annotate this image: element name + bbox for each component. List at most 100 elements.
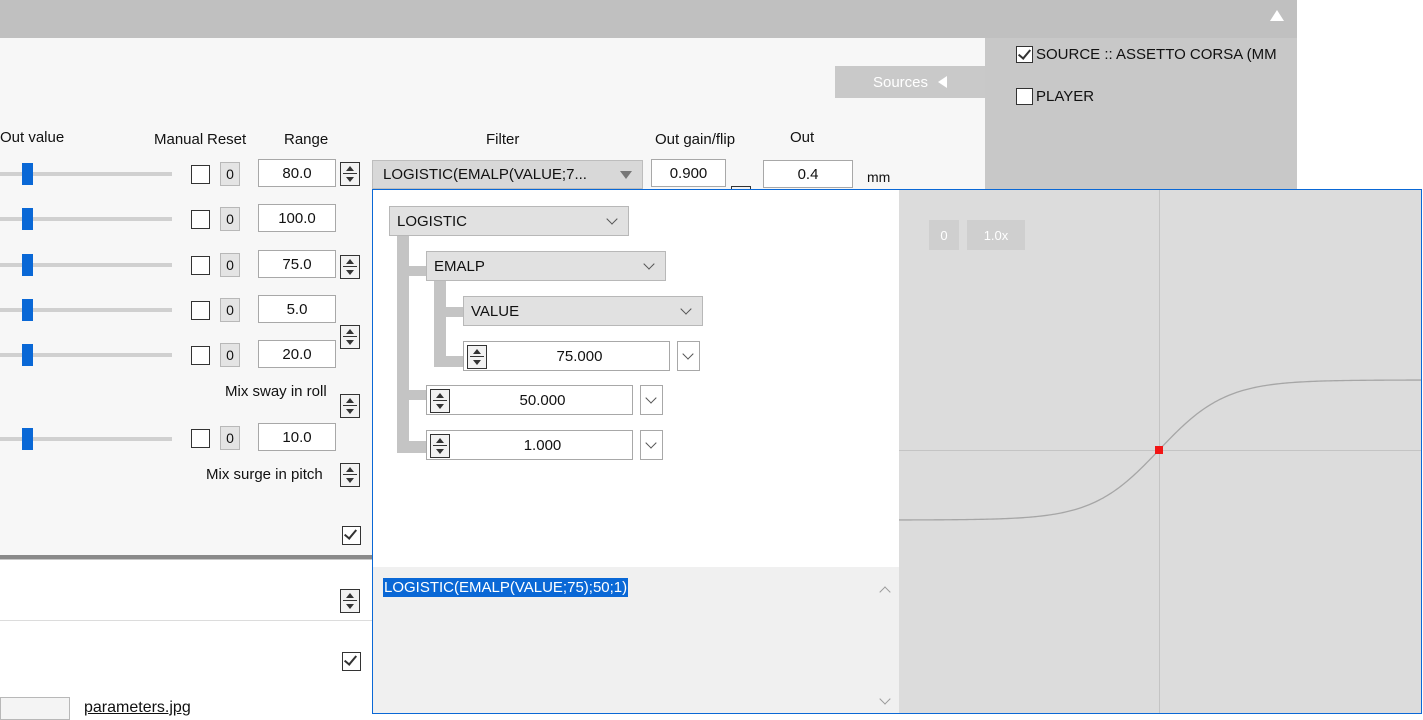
parameter-dropdown-button[interactable] bbox=[640, 385, 663, 415]
out-value-readout: 0.4 bbox=[763, 160, 853, 188]
out-gain-input[interactable]: 0.900 bbox=[651, 159, 726, 187]
out-value-slider-thumb[interactable] bbox=[22, 254, 33, 276]
range-input[interactable]: 20.0 bbox=[258, 340, 336, 368]
section-divider bbox=[0, 620, 372, 621]
header-out: Out bbox=[790, 129, 815, 146]
file-thumbnail[interactable] bbox=[0, 697, 70, 720]
dropdown-arrow-icon[interactable] bbox=[620, 171, 632, 179]
filter-dropdown-value: LOGISTIC(EMALP(VALUE;7... bbox=[383, 166, 587, 183]
chevron-down-icon bbox=[645, 437, 657, 449]
out-unit-label: mm bbox=[867, 169, 891, 185]
mix-surge-checkbox[interactable] bbox=[342, 652, 361, 671]
collapse-up-icon[interactable] bbox=[1270, 10, 1284, 21]
scroll-down-icon[interactable] bbox=[879, 693, 891, 705]
parameter-spinner[interactable] bbox=[430, 389, 450, 413]
reset-button[interactable]: 0 bbox=[220, 162, 240, 186]
expression-text[interactable]: LOGISTIC(EMALP(VALUE;75);50;1) bbox=[383, 578, 629, 597]
parameter-dropdown-button[interactable] bbox=[640, 430, 663, 460]
range-input[interactable]: 5.0 bbox=[258, 295, 336, 323]
range-spinner[interactable] bbox=[340, 463, 360, 487]
parameter-value: 75.000 bbox=[556, 347, 603, 365]
range-input[interactable]: 10.0 bbox=[258, 423, 336, 451]
source-label-player: PLAYER bbox=[1036, 87, 1095, 105]
chevron-down-icon bbox=[606, 213, 618, 225]
out-value-slider-thumb[interactable] bbox=[22, 299, 33, 321]
function-dropdown-value: EMALP bbox=[434, 257, 485, 275]
manual-checkbox[interactable] bbox=[191, 256, 210, 275]
function-dropdown-value: LOGISTIC bbox=[397, 212, 468, 230]
manual-checkbox[interactable] bbox=[191, 429, 210, 448]
filter-dropdown[interactable]: LOGISTIC(EMALP(VALUE;7... bbox=[372, 160, 643, 189]
manual-checkbox[interactable] bbox=[191, 301, 210, 320]
reset-button[interactable]: 0 bbox=[220, 207, 240, 231]
logistic-parameter-input[interactable]: 50.000 bbox=[426, 385, 633, 415]
chevron-down-icon bbox=[643, 258, 655, 270]
manual-checkbox[interactable] bbox=[191, 210, 210, 229]
sources-tab[interactable]: Sources bbox=[835, 66, 985, 98]
range-input[interactable]: 100.0 bbox=[258, 204, 336, 232]
scroll-up-icon[interactable] bbox=[879, 586, 891, 598]
reset-button[interactable]: 0 bbox=[220, 426, 240, 450]
attachment-link[interactable]: parameters.jpg bbox=[84, 699, 191, 717]
filter-tree-panel: LOGISTIC EMALP VALUE 75.000 50.000 1.000 bbox=[373, 190, 899, 567]
parameter-spinner[interactable] bbox=[467, 345, 487, 369]
logistic-parameter-input[interactable]: 1.000 bbox=[426, 430, 633, 460]
out-value-slider-thumb[interactable] bbox=[22, 163, 33, 185]
header-reset: Reset bbox=[207, 131, 247, 148]
header-filter: Filter bbox=[486, 131, 520, 148]
function-dropdown-logistic[interactable]: LOGISTIC bbox=[389, 206, 629, 236]
graph-reset-button[interactable]: 0 bbox=[929, 220, 959, 250]
range-input[interactable]: 80.0 bbox=[258, 159, 336, 187]
title-bar bbox=[0, 0, 1297, 38]
mix-sway-label: Mix sway in roll bbox=[225, 383, 327, 400]
function-dropdown-value: VALUE bbox=[471, 302, 520, 320]
parameter-value: 50.000 bbox=[519, 391, 566, 409]
chevron-down-icon bbox=[682, 348, 694, 360]
emalp-parameter-input[interactable]: 75.000 bbox=[463, 341, 670, 371]
chevron-down-icon bbox=[645, 392, 657, 404]
parameter-dropdown-button[interactable] bbox=[677, 341, 700, 371]
source-checkbox-assetto-corsa[interactable] bbox=[1016, 45, 1033, 63]
source-label-assetto-corsa: SOURCE :: ASSETTO CORSA (MM bbox=[1036, 45, 1277, 63]
sources-tab-label: Sources bbox=[872, 73, 929, 91]
mix-surge-label: Mix surge in pitch bbox=[206, 466, 323, 483]
function-dropdown-value[interactable]: VALUE bbox=[463, 296, 703, 326]
parameter-value: 1.000 bbox=[523, 436, 562, 454]
chevron-down-icon bbox=[680, 303, 692, 315]
parameter-spinner[interactable] bbox=[430, 434, 450, 458]
out-value-slider-thumb[interactable] bbox=[22, 208, 33, 230]
reset-button[interactable]: 0 bbox=[220, 343, 240, 367]
reset-button[interactable]: 0 bbox=[220, 253, 240, 277]
header-range: Range bbox=[284, 131, 329, 148]
tree-connector bbox=[434, 307, 464, 317]
filter-response-graph: 0 1.0x bbox=[899, 190, 1421, 713]
range-input[interactable]: 75.0 bbox=[258, 250, 336, 278]
source-item-assetto-corsa[interactable]: SOURCE :: ASSETTO CORSA (MM bbox=[1016, 44, 1277, 64]
range-spinner[interactable] bbox=[340, 162, 360, 186]
tree-connector bbox=[434, 281, 446, 367]
range-spinner[interactable] bbox=[340, 325, 360, 349]
mix-sway-checkbox[interactable] bbox=[342, 526, 361, 545]
filter-editor-popup: LOGISTIC EMALP VALUE 75.000 50.000 1.000… bbox=[372, 189, 1422, 714]
header-out-gain-flip: Out gain/flip bbox=[655, 131, 736, 148]
source-checkbox-player[interactable] bbox=[1016, 87, 1033, 105]
source-item-player[interactable]: PLAYER bbox=[1016, 86, 1094, 106]
range-spinner[interactable] bbox=[340, 255, 360, 279]
out-value-slider-thumb[interactable] bbox=[22, 428, 33, 450]
current-value-marker bbox=[1155, 446, 1163, 454]
expression-editor[interactable]: LOGISTIC(EMALP(VALUE;75);50;1) bbox=[373, 567, 899, 713]
header-manual: Manual bbox=[154, 131, 204, 148]
tree-connector bbox=[397, 266, 427, 276]
tree-connector bbox=[397, 441, 427, 453]
manual-checkbox[interactable] bbox=[191, 346, 210, 365]
out-value-slider-thumb[interactable] bbox=[22, 344, 33, 366]
graph-zoom-button[interactable]: 1.0x bbox=[967, 220, 1025, 250]
tree-connector bbox=[434, 356, 464, 367]
range-spinner[interactable] bbox=[340, 394, 360, 418]
reset-button[interactable]: 0 bbox=[220, 298, 240, 322]
triangle-left-icon bbox=[938, 76, 948, 88]
tree-connector bbox=[397, 390, 427, 400]
function-dropdown-emalp[interactable]: EMALP bbox=[426, 251, 666, 281]
manual-checkbox[interactable] bbox=[191, 165, 210, 184]
range-spinner[interactable] bbox=[340, 589, 360, 613]
